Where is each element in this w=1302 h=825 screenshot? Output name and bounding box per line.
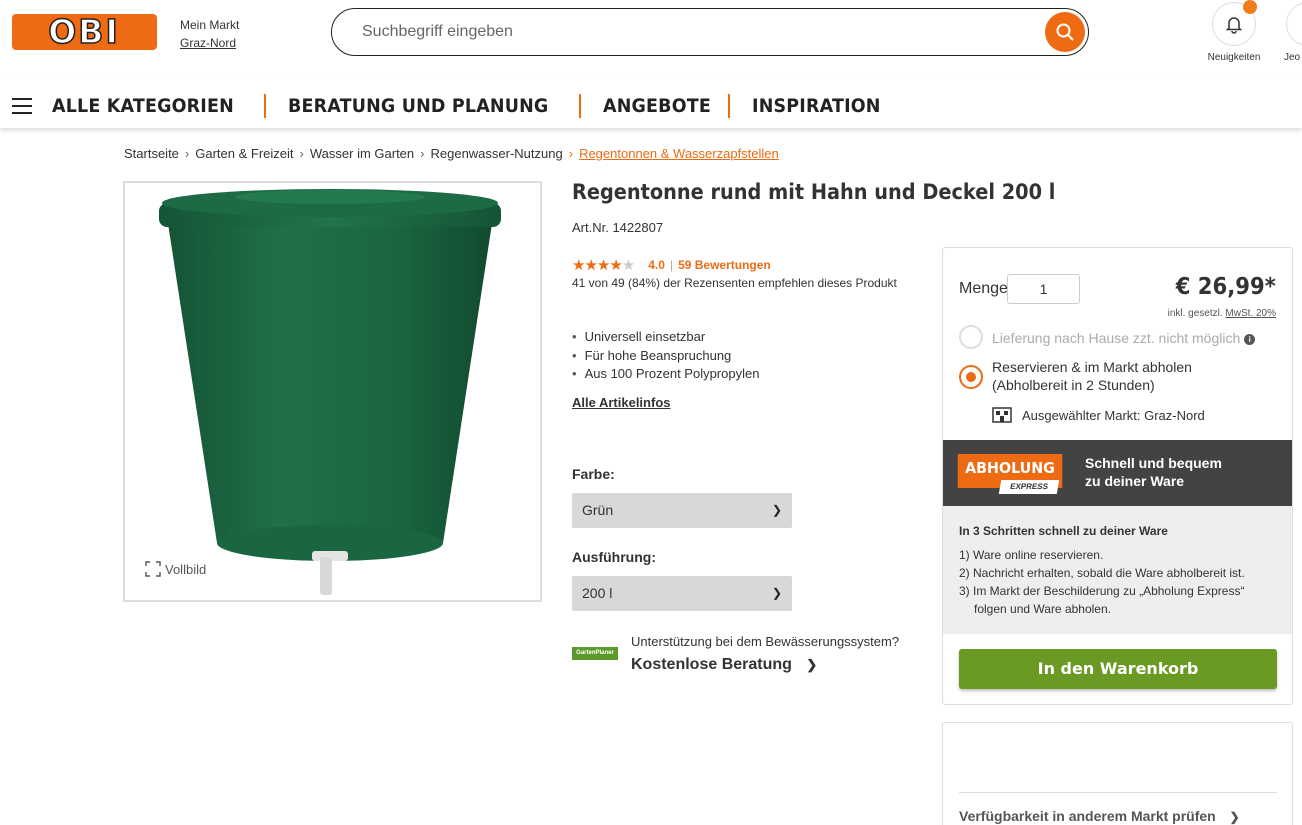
market-name-link[interactable]: Graz-Nord bbox=[180, 34, 239, 52]
all-product-info-link[interactable]: Alle Artikelinfos bbox=[572, 395, 670, 410]
breadcrumb-separator: › bbox=[568, 146, 574, 161]
nav-divider bbox=[578, 94, 581, 118]
notification-badge bbox=[1243, 0, 1257, 14]
nav-all-categories[interactable]: ALLE KATEGORIEN bbox=[52, 95, 234, 117]
expand-icon bbox=[145, 561, 161, 577]
divider bbox=[959, 792, 1277, 793]
home-delivery-option: Lieferung nach Hause zzt. nicht möglich i bbox=[992, 329, 1256, 347]
rating-value: 4.0 bbox=[648, 258, 665, 272]
product-rating[interactable]: ★★★★★ 4.0 | 59 Bewertungen bbox=[572, 256, 771, 274]
feature-list: Universell einsetzbar Für hohe Beanspruc… bbox=[572, 328, 760, 384]
search-icon bbox=[1056, 23, 1074, 41]
availability-box: Verfügbarkeit in anderem Markt prüfen ❯ bbox=[942, 722, 1293, 825]
store-pickup-radio[interactable] bbox=[959, 365, 983, 389]
search-button[interactable] bbox=[1045, 12, 1085, 52]
purchase-box: Menge € 26,99* inkl. gesetzl. MwSt. 20% … bbox=[942, 247, 1293, 705]
nav-inspiration[interactable]: INSPIRATION bbox=[752, 95, 881, 117]
chevron-right-icon: ❯ bbox=[1229, 810, 1240, 824]
variant-select[interactable]: 200 l ❯ bbox=[572, 576, 792, 611]
free-consultation-link[interactable]: Kostenlose Beratung ❯ bbox=[631, 656, 817, 674]
info-icon[interactable]: i bbox=[1244, 334, 1256, 345]
obi-logo[interactable]: OBI bbox=[12, 11, 157, 52]
home-delivery-label: Lieferung nach Hause zzt. nicht möglich bbox=[992, 330, 1241, 346]
tax-info: inkl. gesetzl. MwSt. 20% bbox=[1168, 308, 1276, 319]
fullscreen-button[interactable]: Vollbild bbox=[145, 561, 206, 577]
home-delivery-radio[interactable] bbox=[959, 325, 983, 349]
tax-link[interactable]: MwSt. 20% bbox=[1225, 308, 1276, 319]
feature-item: Universell einsetzbar bbox=[572, 328, 759, 347]
selected-store: Ausgewählter Markt: Graz-Nord bbox=[992, 407, 1205, 423]
breadcrumb-current[interactable]: Regentonnen & Wasserzapfstellen bbox=[579, 146, 779, 161]
store-pickup-option: Reservieren & im Markt abholen (Abholber… bbox=[992, 358, 1192, 394]
quantity-label: Menge bbox=[959, 280, 1008, 297]
search-input[interactable] bbox=[362, 19, 1022, 45]
variant-label: Ausführung: bbox=[572, 549, 656, 565]
chevron-down-icon: ❯ bbox=[771, 503, 782, 517]
breadcrumb-separator: › bbox=[184, 146, 190, 161]
chevron-down-icon: ❯ bbox=[771, 586, 782, 600]
pickup-steps: In 3 Schritten schnell zu deiner Ware 1)… bbox=[943, 506, 1292, 634]
express-slogan-line: Schnell und bequem bbox=[1085, 455, 1222, 471]
tax-prefix: inkl. gesetzl. bbox=[1167, 308, 1223, 319]
nav-divider bbox=[728, 94, 731, 118]
breadcrumb: Startseite › Garten & Freizeit › Wasser im… bbox=[124, 146, 779, 161]
user-account-button[interactable] bbox=[1286, 2, 1302, 46]
user-label: Jeo bbox=[1284, 52, 1301, 63]
variant-select-value: 200 l bbox=[582, 585, 613, 601]
store-pickup-label: Reservieren & im Markt abholen bbox=[992, 359, 1192, 375]
express-slogan: Schnell und bequem zu deiner Ware bbox=[1085, 454, 1222, 490]
store-icon bbox=[992, 407, 1012, 423]
article-number: Art.Nr. 1422807 bbox=[572, 220, 664, 235]
step-item: 1) Ware online reservieren. bbox=[959, 548, 1104, 562]
steps-title: In 3 Schritten schnell zu deiner Ware bbox=[959, 524, 1168, 538]
color-select[interactable]: Grün ❯ bbox=[572, 493, 792, 528]
express-sub-badge: EXPRESS bbox=[998, 480, 1060, 494]
bell-icon bbox=[1225, 17, 1243, 34]
gartenplaner-logo: GartenPlaner bbox=[572, 647, 618, 660]
market-selector[interactable]: Mein Markt Graz-Nord bbox=[180, 16, 239, 52]
notifications-label: Neuigkeiten bbox=[1207, 52, 1261, 63]
add-to-cart-button[interactable]: In den Warenkorb bbox=[959, 649, 1277, 689]
quantity-input[interactable] bbox=[1007, 274, 1080, 304]
fullscreen-label: Vollbild bbox=[165, 561, 207, 577]
nav-offers[interactable]: ANGEBOTE bbox=[603, 95, 711, 117]
step-item: folgen und Ware abholen. bbox=[974, 602, 1111, 616]
product-image-frame[interactable]: Vollbild bbox=[123, 181, 542, 602]
support-question: Unterstützung bei dem Bewässerungssystem… bbox=[631, 634, 900, 649]
market-label: Mein Markt bbox=[180, 18, 240, 32]
pickup-express-banner: ABHOLUNG EXPRESS Schnell und bequem zu d… bbox=[943, 440, 1292, 506]
rating-separator: | bbox=[669, 258, 674, 272]
menu-icon[interactable] bbox=[12, 98, 32, 114]
chevron-right-icon: ❯ bbox=[806, 657, 818, 672]
free-consultation-label: Kostenlose Beratung bbox=[631, 656, 792, 673]
breadcrumb-item[interactable]: Startseite bbox=[124, 146, 179, 161]
store-pickup-time: (Abholbereit in 2 Stunden) bbox=[992, 377, 1155, 393]
color-label: Farbe: bbox=[572, 466, 615, 482]
feature-item: Aus 100 Prozent Polypropylen bbox=[572, 365, 760, 384]
recommendation-text: 41 von 49 (84%) der Rezensenten empfehle… bbox=[572, 276, 897, 290]
check-other-store-label: Verfügbarkeit in anderem Markt prüfen bbox=[959, 808, 1216, 824]
logo-text: OBI bbox=[48, 14, 119, 50]
search-bar bbox=[331, 8, 1089, 56]
star-rating-icon: ★★★★★ bbox=[572, 257, 635, 274]
breadcrumb-separator: › bbox=[299, 146, 304, 161]
breadcrumb-item[interactable]: Wasser im Garten bbox=[310, 146, 414, 161]
rain-barrel-image bbox=[159, 189, 501, 595]
color-select-value: Grün bbox=[582, 502, 614, 518]
step-item: 2) Nachricht erhalten, sobald die Ware a… bbox=[959, 566, 1245, 580]
product-title: Regentonne rund mit Hahn und Deckel 200 … bbox=[572, 180, 1056, 204]
breadcrumb-item[interactable]: Garten & Freizeit bbox=[195, 146, 293, 161]
nav-consulting-planning[interactable]: BERATUNG UND PLANUNG bbox=[288, 95, 548, 117]
breadcrumb-item[interactable]: Regenwasser-Nutzung bbox=[430, 146, 562, 161]
express-slogan-line: zu deiner Ware bbox=[1085, 473, 1185, 489]
feature-item: Für hohe Beanspruchung bbox=[572, 347, 759, 366]
review-count-link[interactable]: 59 Bewertungen bbox=[678, 258, 771, 272]
breadcrumb-separator: › bbox=[420, 146, 425, 161]
nav-divider bbox=[263, 94, 266, 118]
step-item: 3) Im Markt der Beschilderung zu „Abholu… bbox=[959, 584, 1245, 598]
product-price: € 26,99* bbox=[1175, 274, 1276, 300]
main-navigation: ALLE KATEGORIEN BERATUNG UND PLANUNG ANG… bbox=[0, 80, 1302, 128]
selected-store-label: Ausgewählter Markt: Graz-Nord bbox=[1022, 407, 1205, 423]
check-other-store-link[interactable]: Verfügbarkeit in anderem Markt prüfen ❯ bbox=[959, 808, 1240, 824]
